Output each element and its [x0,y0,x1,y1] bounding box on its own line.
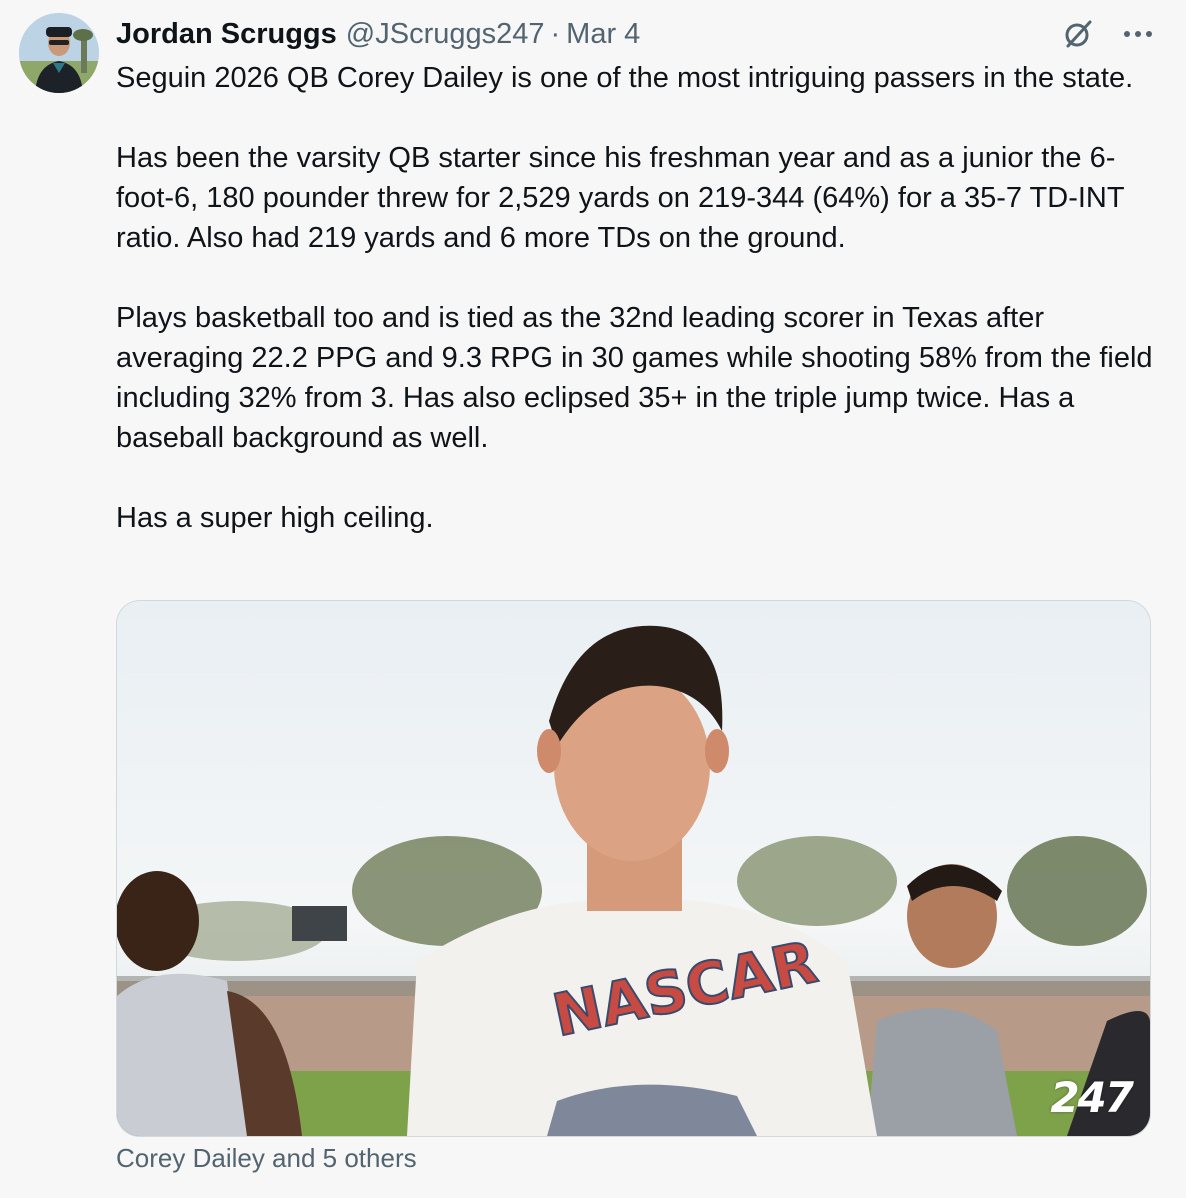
photo-image: NASCAR [117,601,1150,1136]
tweet-photo[interactable]: NASCAR 247 [116,600,1151,1137]
tweet-header: Jordan Scruggs @JScruggs247 · Mar 4 [116,14,1156,54]
photo-tags-label: Corey Dailey and 5 others [116,1143,417,1173]
tweet-text: Seguin 2026 QB Corey Dailey is one of th… [116,58,1156,538]
tweet-paragraph: Plays basketball too and is tied as the … [116,302,1153,454]
tweet-paragraph: Seguin 2026 QB Corey Dailey is one of th… [116,62,1134,94]
author-avatar[interactable] [19,13,99,93]
author-name[interactable]: Jordan Scruggs [116,18,337,51]
photo-tags[interactable]: Corey Dailey and 5 others [116,1143,417,1174]
more-icon[interactable] [1120,16,1156,52]
header-separator: · [550,17,561,50]
previous-tweet-fragment [118,0,348,2]
tweet-paragraph: Has been the varsity QB starter since hi… [116,142,1125,254]
watermark-247: 247 [1050,1073,1134,1122]
grok-icon[interactable] [1060,16,1096,52]
avatar-image [19,13,99,93]
header-actions [1060,14,1156,54]
tweet-date[interactable]: Mar 4 [566,18,640,51]
tweet-page: Jordan Scruggs @JScruggs247 · Mar 4 Segu… [0,0,1186,1198]
author-handle[interactable]: @JScruggs247 [346,18,545,51]
tweet-paragraph: Has a super high ceiling. [116,502,434,534]
